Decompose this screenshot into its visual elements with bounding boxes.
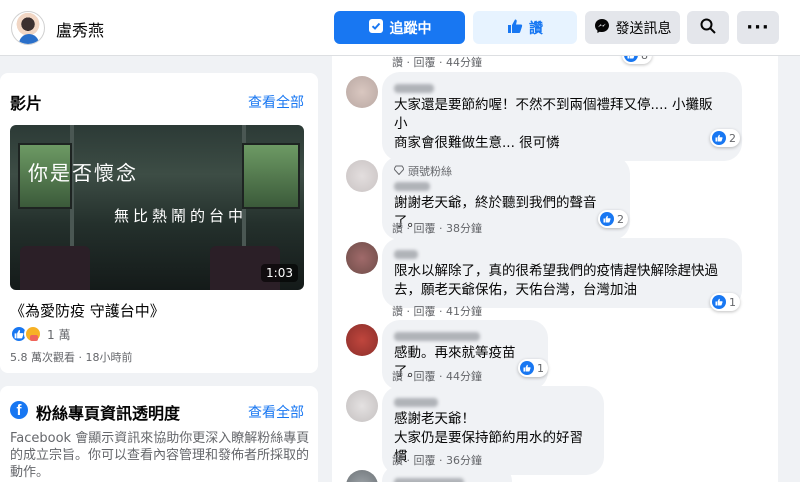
comment-bubble <box>382 466 512 482</box>
commenter-avatar[interactable] <box>346 390 378 422</box>
facebook-icon: f <box>10 401 28 419</box>
follow-check-icon <box>368 18 384 38</box>
commenter-name[interactable] <box>394 328 536 344</box>
thumbs-up-icon <box>600 212 614 226</box>
commenter-name[interactable] <box>394 246 730 262</box>
comment-text-line: 大家還是要節約喔！不然不到兩個禮拜又停.... 小攤販 小 <box>394 97 713 132</box>
comment-reaction-count[interactable]: 1 <box>518 359 548 377</box>
gem-icon <box>393 165 405 178</box>
commenter-name[interactable] <box>394 474 500 482</box>
messenger-icon <box>594 18 610 38</box>
commenter-name[interactable] <box>394 178 618 194</box>
videos-card: 影片 查看全部 你是否懷念 無比熱鬧的台中 1:03 《為愛防疫 守護台中》 1… <box>0 73 318 373</box>
send-message-label: 發送訊息 <box>615 20 672 37</box>
thumbs-up-icon <box>624 56 638 62</box>
comment-reaction-count[interactable]: 8 <box>622 56 652 64</box>
transparency-card: f 粉絲專頁資訊透明度 查看全部 Facebook 會顯示資訊來協助你更深入瞭解… <box>0 386 318 482</box>
comment-text-line: 限水以解除了，真的很希望我們的疫情趕快解除趕快過 <box>394 263 718 279</box>
page-header: 盧秀燕 追蹤中 讚 發送訊息 ··· <box>0 0 800 56</box>
search-button[interactable] <box>687 11 729 44</box>
transparency-description: Facebook 會顯示資訊來協助你更深入瞭解粉絲專頁的成立宗旨。你可以查看內容… <box>10 431 310 480</box>
more-button[interactable]: ··· <box>737 11 779 44</box>
comment-reaction-count[interactable]: 2 <box>710 129 740 147</box>
comment-actions[interactable]: 讚 · 回覆 · 44分鐘 <box>392 56 482 70</box>
comments-feed: 讚 · 回覆 · 44分鐘 8 大家還是要節約喔！不然不到兩個禮拜又停.... … <box>332 56 778 482</box>
video-overlay-line1: 你是否懷念 <box>28 161 138 185</box>
like-page-button[interactable]: 讚 <box>473 11 577 44</box>
thumbs-up-icon <box>520 361 534 375</box>
video-duration: 1:03 <box>261 264 298 282</box>
video-title[interactable]: 《為愛防疫 守護台中》 <box>10 300 165 321</box>
videos-title: 影片 <box>10 94 43 113</box>
thumbs-up-icon <box>507 18 523 38</box>
transparency-see-all-link[interactable]: 查看全部 <box>248 402 304 422</box>
comment-bubble: 大家還是要節約喔！不然不到兩個禮拜又停.... 小攤販 小 商家會很難做生意..… <box>382 72 742 161</box>
comment-text-line: 去，願老天爺保佑，天佑台灣，台灣加油 <box>394 282 637 298</box>
video-reaction-count: 1 萬 <box>47 327 71 342</box>
comment-actions[interactable]: 讚 · 回覆 · 44分鐘 <box>392 368 482 384</box>
comment-actions[interactable]: 讚 · 回覆 · 38分鐘 <box>392 220 482 236</box>
commenter-avatar[interactable] <box>346 76 378 108</box>
video-meta: 5.8 萬次觀看 · 18小時前 <box>10 351 133 364</box>
commenter-avatar[interactable] <box>346 242 378 274</box>
like-label: 讚 <box>529 20 543 37</box>
commenter-name[interactable] <box>394 80 730 96</box>
videos-see-all-link[interactable]: 查看全部 <box>248 92 304 112</box>
comment-text-line: 商家會很難做生意... 很可憐 <box>394 135 560 151</box>
commenter-name[interactable] <box>394 394 592 410</box>
send-message-button[interactable]: 發送訊息 <box>585 11 680 44</box>
comment-reaction-count[interactable]: 1 <box>710 293 740 311</box>
search-icon <box>700 18 716 38</box>
commenter-avatar[interactable] <box>346 324 378 356</box>
more-icon: ··· <box>746 17 770 38</box>
transparency-title: 粉絲專頁資訊透明度 <box>36 404 181 423</box>
following-label: 追蹤中 <box>389 20 432 37</box>
page-avatar[interactable] <box>11 11 45 45</box>
page-name[interactable]: 盧秀燕 <box>56 17 104 41</box>
comment-actions[interactable]: 讚 · 回覆 · 41分鐘 <box>392 303 482 319</box>
thumbs-up-icon <box>712 295 726 309</box>
video-thumbnail[interactable]: 你是否懷念 無比熱鬧的台中 1:03 <box>10 125 304 290</box>
thumbs-up-icon <box>712 131 726 145</box>
comment-reaction-count[interactable]: 2 <box>598 210 628 228</box>
top-fan-badge: 頭號粉絲 <box>393 164 618 178</box>
video-reactions[interactable]: 1 萬 <box>10 325 70 343</box>
video-overlay-line2: 無比熱鬧的台中 <box>114 207 248 225</box>
care-reaction-icon <box>24 325 42 343</box>
commenter-avatar[interactable] <box>346 160 378 192</box>
following-button[interactable]: 追蹤中 <box>334 11 465 44</box>
comment-text-line: 感謝老天爺！ <box>394 411 475 427</box>
commenter-avatar[interactable] <box>346 470 378 482</box>
comment-bubble: 限水以解除了，真的很希望我們的疫情趕快解除趕快過 去，願老天爺保佑，天佑台灣，台… <box>382 238 742 308</box>
